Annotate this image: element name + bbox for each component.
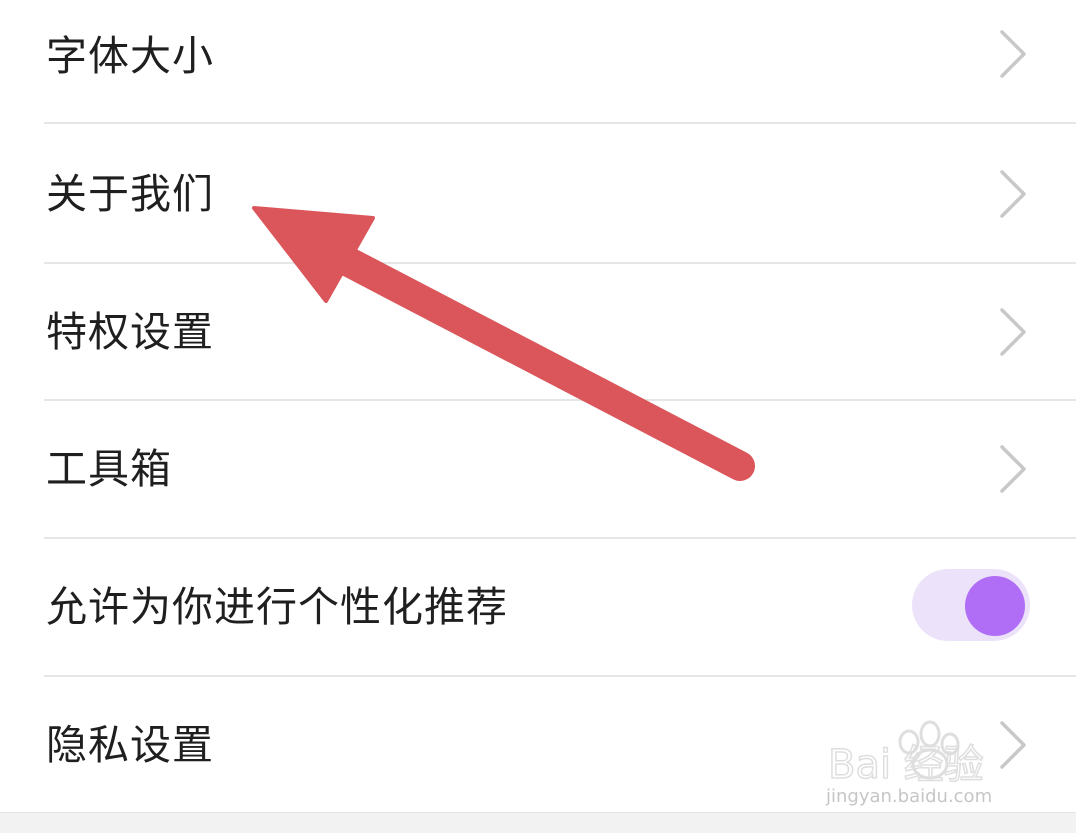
watermark-brand-text: Bai 经验 bbox=[828, 742, 984, 788]
watermark-url: jingyan.baidu.com bbox=[826, 786, 993, 807]
red-arrow-annotation bbox=[252, 206, 755, 481]
